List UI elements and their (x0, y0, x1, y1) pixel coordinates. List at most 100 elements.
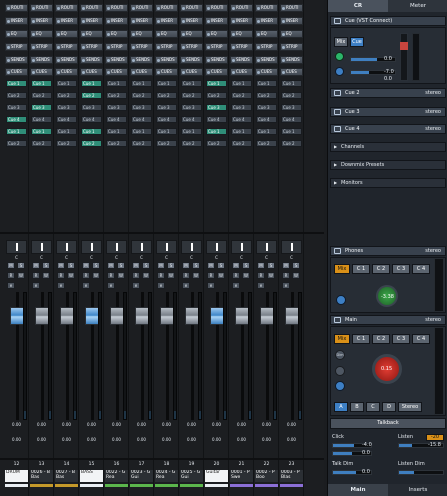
rack-cues-button[interactable]: CUES (280, 68, 303, 76)
rack-eq-button[interactable]: EQ (130, 30, 153, 38)
write-button[interactable]: W (142, 272, 150, 279)
mute-button[interactable]: M (32, 262, 40, 269)
cue-send-4[interactable]: Cue 4 (56, 116, 77, 123)
rack-routi-button[interactable]: ROUTI (180, 4, 203, 12)
solo-button[interactable]: S (92, 262, 100, 269)
solo-button[interactable]: S (242, 262, 250, 269)
rack-cues-button[interactable]: CUES (80, 68, 103, 76)
cue-send-2[interactable]: Cue 2 (56, 140, 77, 147)
cue-send-4[interactable]: Cue 4 (6, 116, 27, 123)
cue-send-1[interactable]: Cue 1 (231, 128, 252, 135)
mute-button[interactable]: M (157, 262, 165, 269)
cue-send-4[interactable]: Cue 4 (106, 116, 127, 123)
cue-send-3[interactable]: Cue 3 (181, 104, 202, 111)
mute-button[interactable]: M (282, 262, 290, 269)
cue-send-1[interactable]: Cue 1 (206, 80, 227, 87)
cue-send-4[interactable]: Cue 4 (131, 116, 152, 123)
pan-control[interactable] (56, 240, 77, 254)
pan-control[interactable] (81, 240, 102, 254)
phones-row[interactable]: Phones stereo (330, 246, 446, 256)
write-button[interactable]: W (67, 272, 75, 279)
channel-name[interactable]: 0002 - P Boo (255, 470, 278, 482)
cue-send-3[interactable]: Cue 3 (256, 104, 277, 111)
rack-cues-button[interactable]: CUES (230, 68, 253, 76)
rack-sends-button[interactable]: SENDS (230, 56, 253, 64)
cue-send-1[interactable]: Cue 1 (31, 80, 52, 87)
cue-send-2[interactable]: Cue 2 (31, 140, 52, 147)
cue-send-2[interactable]: Cue 2 (131, 140, 152, 147)
rack-eq-button[interactable]: EQ (155, 30, 178, 38)
pan-control[interactable] (281, 240, 302, 254)
edit-button[interactable]: e (7, 282, 15, 289)
write-button[interactable]: W (242, 272, 250, 279)
cue-send-2[interactable]: Cue 2 (31, 92, 52, 99)
rack-routi-button[interactable]: ROUTI (105, 4, 128, 12)
pan-control[interactable] (156, 240, 177, 254)
rack-routi-button[interactable]: ROUTI (5, 4, 28, 12)
cue-send-4[interactable]: Cue 4 (256, 116, 277, 123)
mute-button[interactable]: M (257, 262, 265, 269)
rack-sends-button[interactable]: SENDS (130, 56, 153, 64)
write-button[interactable]: W (117, 272, 125, 279)
write-button[interactable]: W (92, 272, 100, 279)
fader-cap[interactable] (235, 307, 249, 325)
cue-send-4[interactable]: Cue 4 (31, 116, 52, 123)
write-button[interactable]: W (17, 272, 25, 279)
rack-strip-button[interactable]: STRIP (205, 43, 228, 51)
read-button[interactable]: R (57, 272, 65, 279)
cue-send-1[interactable]: Cue 1 (256, 128, 277, 135)
main-row[interactable]: Main stereo (330, 315, 446, 325)
cue-send-1[interactable]: Cue 1 (181, 128, 202, 135)
fader-cap[interactable] (35, 307, 49, 325)
rack-routi-button[interactable]: ROUTI (155, 4, 178, 12)
speaker-a-button[interactable]: A (334, 402, 348, 412)
cue-send-3[interactable]: Cue 3 (81, 104, 102, 111)
monitors-section[interactable]: Monitors (330, 178, 446, 188)
cue-send-2[interactable]: Cue 2 (281, 92, 302, 99)
channel-name[interactable]: 0001 - P Swe (230, 470, 253, 482)
write-button[interactable]: W (267, 272, 275, 279)
tab-inserts[interactable]: Inserts (388, 484, 447, 496)
cue-send-1[interactable]: Cue 1 (106, 128, 127, 135)
read-button[interactable]: R (82, 272, 90, 279)
rack-cues-button[interactable]: CUES (5, 68, 28, 76)
cue-send-3[interactable]: Cue 3 (156, 104, 177, 111)
cue-cue-button[interactable]: Cue (350, 37, 364, 47)
edit-button[interactable]: e (257, 282, 265, 289)
fader-cap[interactable] (135, 307, 149, 325)
cue-send-2[interactable]: Cue 2 (131, 92, 152, 99)
rack-sends-button[interactable]: SENDS (205, 56, 228, 64)
fader-cap[interactable] (260, 307, 274, 325)
rack-cues-button[interactable]: CUES (180, 68, 203, 76)
write-button[interactable]: W (42, 272, 50, 279)
phones-c3-button[interactable]: C 3 (392, 264, 410, 274)
rack-sends-button[interactable]: SENDS (180, 56, 203, 64)
read-button[interactable]: R (7, 272, 15, 279)
channel-name[interactable]: 0022 - G Rea (105, 470, 128, 482)
write-button[interactable]: W (167, 272, 175, 279)
rack-inser-button[interactable]: INSER (105, 17, 128, 25)
speaker-c-button[interactable]: C (366, 402, 380, 412)
main-c2-button[interactable]: C 2 (372, 334, 390, 344)
solo-button[interactable]: S (217, 262, 225, 269)
phones-c2-button[interactable]: C 2 (372, 264, 390, 274)
cue-send-3[interactable]: Cue 3 (206, 104, 227, 111)
cue-send-2[interactable]: Cue 2 (181, 92, 202, 99)
rack-sends-button[interactable]: SENDS (155, 56, 178, 64)
cue-send-2[interactable]: Cue 2 (281, 140, 302, 147)
cue-send-1[interactable]: Cue 1 (31, 128, 52, 135)
channel-name[interactable]: 0025 - G Gui (180, 470, 203, 482)
mute-button[interactable]: M (182, 262, 190, 269)
rack-cues-button[interactable]: CUES (30, 68, 53, 76)
edit-button[interactable]: e (282, 282, 290, 289)
cue-send-1[interactable]: Cue 1 (281, 80, 302, 87)
mute-button[interactable]: M (132, 262, 140, 269)
cue-4-row[interactable]: Cue 4 stereo (330, 124, 446, 134)
cue-send-1[interactable]: Cue 1 (81, 80, 102, 87)
read-button[interactable]: R (32, 272, 40, 279)
rack-cues-button[interactable]: CUES (205, 68, 228, 76)
speaker-b-button[interactable]: B (350, 402, 364, 412)
write-button[interactable]: W (292, 272, 300, 279)
cue-send-1[interactable]: Cue 1 (131, 128, 152, 135)
cue-send-2[interactable]: Cue 2 (256, 140, 277, 147)
